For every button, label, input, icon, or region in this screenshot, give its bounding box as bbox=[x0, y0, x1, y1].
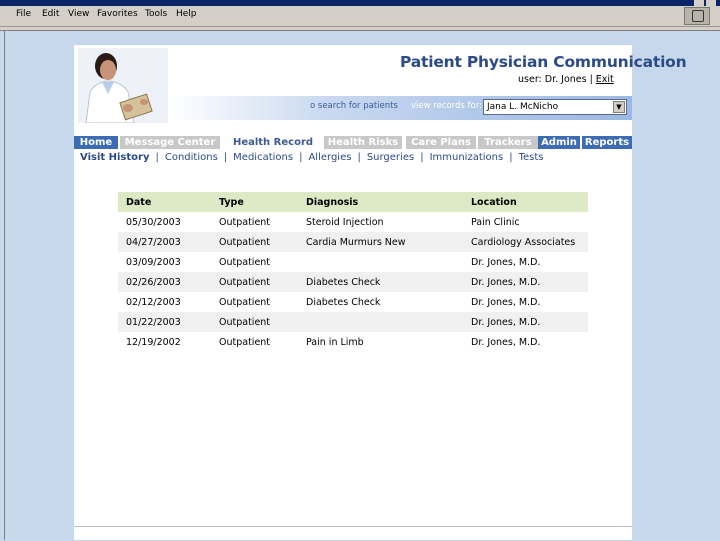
visit-history-table: Date Type Diagnosis Location 05/30/2003 … bbox=[118, 192, 588, 352]
menu-edit[interactable]: Edit bbox=[42, 9, 59, 19]
table-header-row: Date Type Diagnosis Location bbox=[118, 192, 588, 212]
cell-type: Outpatient bbox=[219, 216, 271, 228]
tab-home[interactable]: Home bbox=[74, 136, 118, 149]
subnav-allergies[interactable]: Allergies bbox=[308, 152, 351, 163]
cell-diagnosis: Steroid Injection bbox=[306, 216, 384, 228]
cell-location: Pain Clinic bbox=[471, 216, 520, 228]
cell-date: 05/30/2003 bbox=[126, 216, 181, 228]
table-row[interactable]: 05/30/2003 Outpatient Steroid Injection … bbox=[118, 212, 588, 232]
cell-diagnosis: Diabetes Check bbox=[298, 272, 463, 292]
search-patients-link[interactable]: o search for patients bbox=[310, 101, 398, 111]
cell-location: Cardiology Associates bbox=[463, 232, 588, 252]
column-header-type[interactable]: Type bbox=[211, 192, 298, 212]
tab-admin[interactable]: Admin bbox=[538, 136, 580, 149]
cell-type: Outpatient bbox=[211, 232, 298, 252]
user-line: user: Dr. Jones | Exit bbox=[518, 74, 614, 85]
table-row[interactable]: 04/27/2003 Outpatient Cardia Murmurs New… bbox=[118, 232, 588, 252]
table-row[interactable]: 02/26/2003 Outpatient Diabetes Check Dr.… bbox=[118, 272, 588, 292]
subnav-visit-history[interactable]: Visit History bbox=[80, 152, 149, 163]
tab-care-plans[interactable]: Care Plans bbox=[406, 136, 476, 149]
tab-health-risks[interactable]: Health Risks bbox=[324, 136, 402, 149]
patient-select[interactable]: Jana L. McNicho ▼ bbox=[483, 99, 627, 115]
cell-type: Outpatient bbox=[211, 272, 298, 292]
brand-title: Patient Physician Communication bbox=[400, 53, 687, 71]
table-row[interactable]: 02/12/2003 Outpatient Diabetes Check Dr.… bbox=[118, 292, 588, 312]
cell-date: 03/09/2003 bbox=[126, 256, 181, 268]
tab-trackers[interactable]: Trackers bbox=[478, 136, 538, 149]
cell-type: Outpatient bbox=[219, 256, 271, 268]
subnav-immunizations[interactable]: Immunizations bbox=[430, 152, 504, 163]
menu-file[interactable]: File bbox=[16, 9, 31, 19]
cell-date: 02/26/2003 bbox=[118, 272, 211, 292]
patient-select-value: Jana L. McNicho bbox=[487, 102, 559, 112]
cell-date: 02/12/2003 bbox=[126, 296, 181, 308]
cell-diagnosis: Diabetes Check bbox=[306, 296, 381, 308]
subnav-conditions[interactable]: Conditions bbox=[165, 152, 218, 163]
health-record-subnav: Visit History | Conditions | Medications | All… bbox=[80, 152, 544, 163]
cell-location: Dr. Jones, M.D. bbox=[463, 272, 588, 292]
menu-tools[interactable]: Tools bbox=[145, 9, 167, 19]
cell-location: Dr. Jones, M.D. bbox=[471, 296, 541, 308]
menu-bar: File Edit View Favorites Tools Help bbox=[0, 6, 720, 27]
subnav-medications[interactable]: Medications bbox=[233, 152, 293, 163]
cell-location: Dr. Jones, M.D. bbox=[463, 312, 588, 332]
dropdown-arrow-icon[interactable]: ▼ bbox=[613, 101, 625, 113]
column-header-location[interactable]: Location bbox=[463, 192, 588, 212]
browser-logo-icon bbox=[684, 7, 710, 25]
cell-diagnosis: Pain in Limb bbox=[306, 336, 364, 348]
cell-type: Outpatient bbox=[219, 296, 271, 308]
tab-message-center[interactable]: Message Center bbox=[120, 136, 220, 149]
subnav-surgeries[interactable]: Surgeries bbox=[367, 152, 414, 163]
cell-type: Outpatient bbox=[211, 312, 298, 332]
cell-diagnosis bbox=[298, 252, 463, 272]
current-user-label: user: Dr. Jones bbox=[518, 74, 587, 85]
subnav-tests[interactable]: Tests bbox=[519, 152, 544, 163]
tab-health-record[interactable]: Health Record bbox=[224, 136, 322, 149]
cell-location: Dr. Jones, M.D. bbox=[471, 256, 541, 268]
table-row[interactable]: 12/19/2002 Outpatient Pain in Limb Dr. J… bbox=[118, 332, 588, 352]
cell-diagnosis: Cardia Murmurs New bbox=[298, 232, 463, 252]
cell-date: 12/19/2002 bbox=[126, 336, 181, 348]
menu-favorites[interactable]: Favorites bbox=[97, 9, 138, 19]
page-footer-divider bbox=[74, 526, 632, 541]
table-row[interactable]: 03/09/2003 Outpatient Dr. Jones, M.D. bbox=[118, 252, 588, 272]
menu-view[interactable]: View bbox=[68, 9, 89, 19]
cell-date: 04/27/2003 bbox=[118, 232, 211, 252]
view-records-label: view records for: bbox=[411, 101, 482, 111]
main-tabs: Home Message Center Health Record Health… bbox=[74, 136, 632, 149]
cell-location: Dr. Jones, M.D. bbox=[471, 336, 541, 348]
column-header-diagnosis[interactable]: Diagnosis bbox=[298, 192, 463, 212]
physician-portrait bbox=[78, 48, 168, 123]
table-row[interactable]: 01/22/2003 Outpatient Dr. Jones, M.D. bbox=[118, 312, 588, 332]
cell-diagnosis bbox=[298, 312, 463, 332]
tab-reports[interactable]: Reports bbox=[582, 136, 632, 149]
exit-link[interactable]: Exit bbox=[596, 74, 614, 85]
cell-type: Outpatient bbox=[219, 336, 271, 348]
menu-help[interactable]: Help bbox=[176, 9, 197, 19]
physician-illustration-icon bbox=[78, 48, 168, 123]
column-header-date[interactable]: Date bbox=[118, 192, 211, 212]
cell-date: 01/22/2003 bbox=[118, 312, 211, 332]
